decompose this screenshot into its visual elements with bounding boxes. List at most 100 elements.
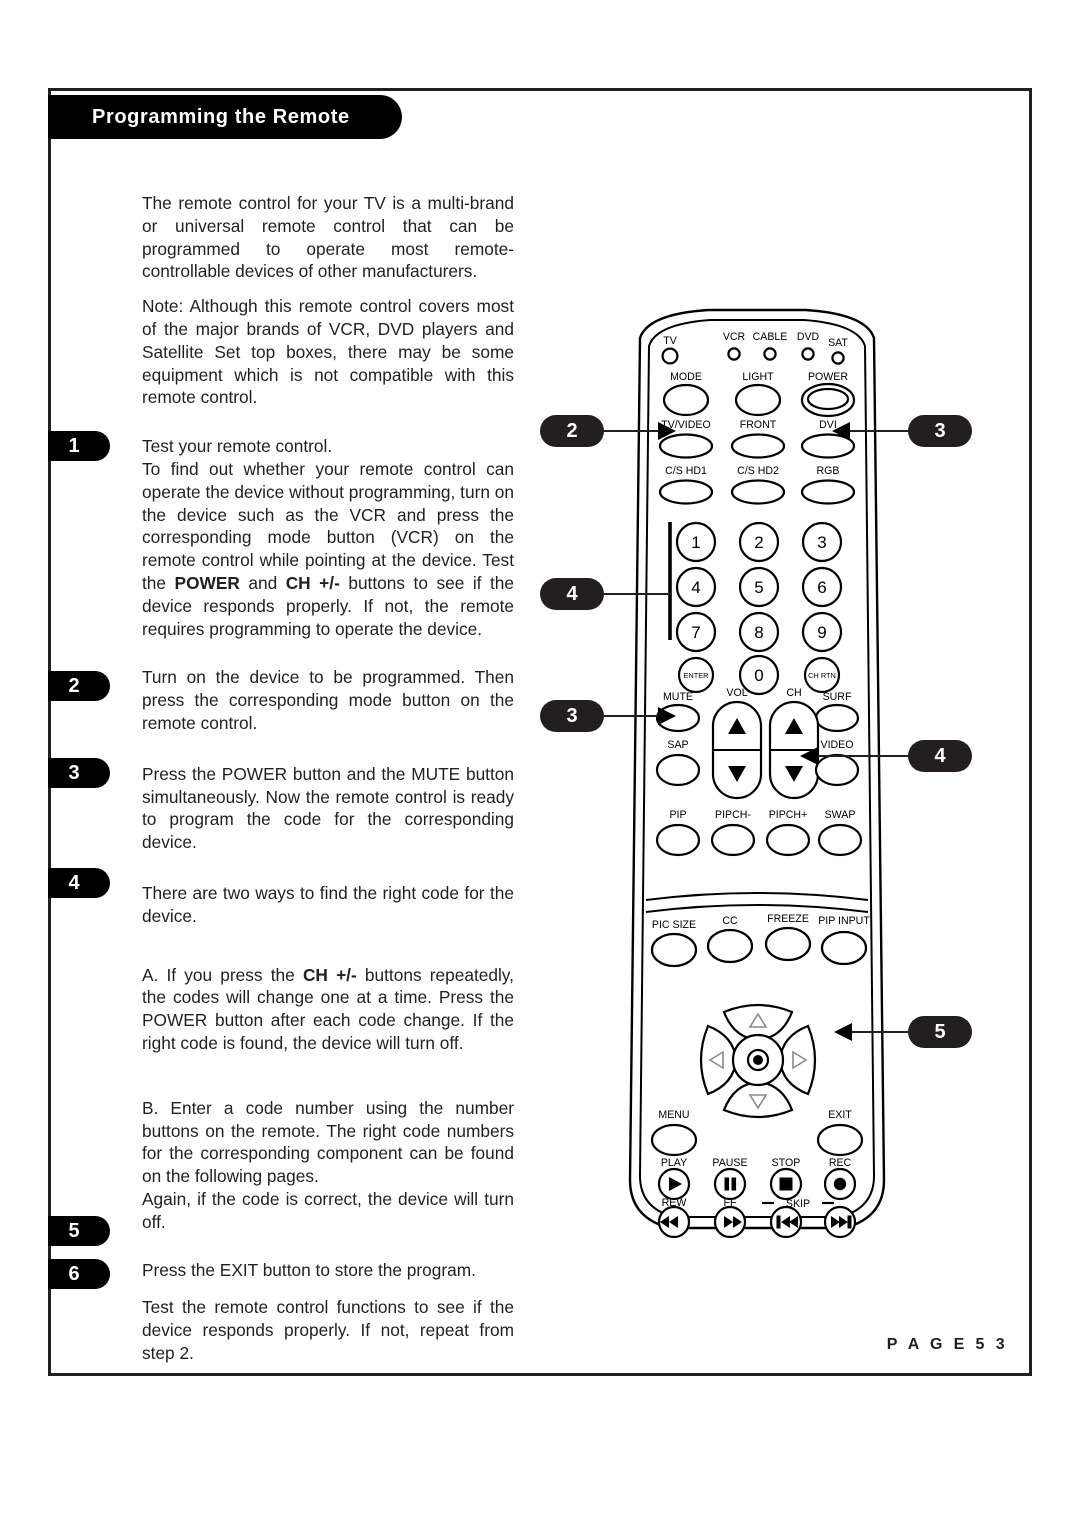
label-cc: CC	[722, 915, 738, 927]
rgb-button	[800, 479, 856, 505]
svg-text:6: 6	[817, 578, 826, 597]
step-badge-5: 5	[48, 1216, 110, 1246]
option-a-bold-ch: CH +/-	[302, 964, 357, 985]
label-pic-size: PIC SIZE	[652, 919, 696, 931]
callout-3-power: 3	[908, 415, 972, 447]
callout-4-leader	[604, 593, 672, 595]
label-pipch-plus: PIPCH+	[769, 809, 808, 821]
step-badge-2-number: 2	[68, 675, 80, 697]
label-pipch-minus: PIPCH-	[715, 809, 751, 821]
step-5-paragraph: Press the EXIT button to store the progr…	[142, 1260, 476, 1281]
svg-text:1: 1	[691, 533, 700, 552]
step-1-bold-ch: CH +/-	[285, 572, 340, 593]
step-1-heading: Test your remote control.	[142, 436, 333, 457]
option-a-paragraph: A. If you press the CH +/- buttons repea…	[142, 964, 514, 1055]
stop-icon	[779, 1177, 793, 1191]
page-title: Programming the Remote	[92, 105, 350, 128]
label-light: LIGHT	[742, 371, 774, 383]
svg-text:4: 4	[691, 578, 700, 597]
label-surf: SURF	[823, 691, 852, 703]
svg-text:3: 3	[817, 533, 826, 552]
led-sat	[831, 351, 845, 365]
label-rgb: RGB	[817, 465, 840, 477]
menu-button	[650, 1123, 698, 1157]
step-1-paragraph: To find out whether your remote control …	[142, 458, 514, 640]
light-button	[734, 383, 782, 417]
callout-2-leader	[604, 430, 660, 432]
callout-3b-leader	[604, 715, 660, 717]
option-b-tail-paragraph: Again, if the code is correct, the devic…	[142, 1188, 514, 1232]
step-3-paragraph: Press the POWER button and the MUTE butt…	[142, 763, 514, 853]
led-tv	[661, 347, 679, 365]
callout-3-leader	[848, 430, 910, 432]
svg-text:7: 7	[691, 623, 700, 642]
pic-size-button	[650, 932, 698, 968]
svg-text:9: 9	[817, 623, 826, 642]
callout-3b-number: 3	[566, 705, 578, 727]
callout-2-number: 2	[566, 420, 578, 442]
label-mute: MUTE	[663, 691, 693, 703]
svg-text:8: 8	[754, 623, 763, 642]
rec-icon	[833, 1177, 847, 1191]
option-b-paragraph: B. Enter a code number using the number …	[142, 1097, 514, 1187]
led-vcr	[727, 347, 741, 361]
callout-4b-leader	[818, 755, 910, 757]
cs-hd1-button	[658, 479, 714, 505]
callout-3b-arrow-icon	[658, 707, 676, 725]
front-button	[730, 433, 786, 459]
section-header: Programming the Remote	[48, 95, 402, 139]
step-2-paragraph: Turn on the device to be programmed. The…	[142, 667, 514, 733]
label-rec: REC	[829, 1157, 852, 1169]
step-badge-6: 6	[48, 1259, 110, 1289]
svg-text:CH RTN: CH RTN	[808, 671, 836, 680]
led-label-vcr: VCR	[723, 331, 746, 343]
callout-4-number: 4	[566, 583, 578, 605]
svg-text:ENTER: ENTER	[683, 671, 708, 680]
remote-control-diagram: .ol { fill:#ffffff; stroke:#000000; stro…	[612, 300, 902, 1240]
cc-button	[706, 928, 754, 964]
exit-button	[816, 1123, 864, 1157]
intro-paragraph: The remote control for your TV is a mult…	[142, 193, 514, 282]
callout-5-number: 5	[934, 1021, 946, 1043]
mode-button	[662, 383, 710, 417]
label-cs-hd2: C/S HD2	[737, 465, 779, 477]
led-dvd	[801, 347, 815, 361]
step-badge-4: 4	[48, 868, 110, 898]
step-4-paragraph: There are two ways to find the right cod…	[142, 882, 514, 926]
label-sap: SAP	[667, 739, 688, 751]
instructions-column: The remote control for your TV is a mult…	[142, 192, 514, 1377]
led-label-sat: SAT	[828, 337, 848, 349]
step-badge-2: 2	[48, 671, 110, 701]
step-badge-3: 3	[48, 758, 110, 788]
pause-icon-left	[724, 1177, 730, 1191]
skip-next-bar	[847, 1215, 852, 1229]
pip-button	[655, 823, 701, 857]
callout-2-mode: 2	[540, 415, 604, 447]
pause-button	[713, 1167, 747, 1201]
label-vol: VOL	[726, 687, 747, 699]
label-front: FRONT	[740, 419, 777, 431]
led-label-tv: TV	[663, 335, 677, 347]
skip-prev-bar	[776, 1215, 781, 1229]
pipch-minus-button	[710, 823, 756, 857]
step-badge-3-number: 3	[68, 762, 80, 784]
sap-button	[655, 753, 701, 787]
step-badge-6-number: 6	[68, 1263, 80, 1285]
label-pip: PIP	[669, 809, 686, 821]
callout-3-number: 3	[934, 420, 946, 442]
label-menu: MENU	[658, 1109, 689, 1121]
label-mode: MODE	[670, 371, 702, 383]
label-play: PLAY	[661, 1157, 687, 1169]
label-exit: EXIT	[828, 1109, 852, 1121]
svg-text:0: 0	[754, 666, 763, 685]
pipch-plus-button	[765, 823, 811, 857]
callout-3-arrow-icon	[832, 422, 850, 440]
label-ch: CH	[786, 687, 801, 699]
step-badge-1: 1	[48, 431, 110, 461]
ok-dot-icon	[753, 1055, 763, 1065]
step-badge-1-number: 1	[68, 435, 80, 457]
callout-5-leader	[850, 1031, 910, 1033]
svg-text:2: 2	[754, 533, 763, 552]
callout-2-arrow-icon	[658, 422, 676, 440]
step-6-paragraph: Test the remote control functions to see…	[142, 1297, 514, 1363]
